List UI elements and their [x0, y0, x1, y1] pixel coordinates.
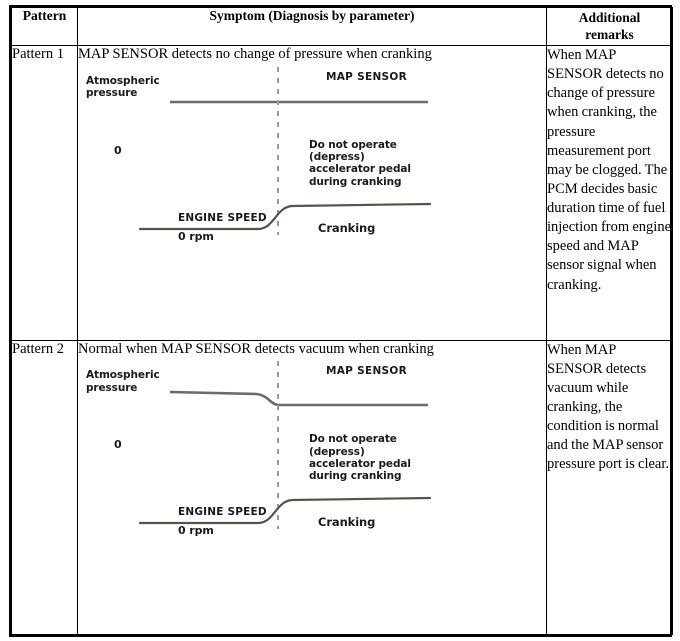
table-row: Pattern 2 Normal when MAP SENSOR detects…: [11, 339, 673, 635]
column-header-remarks-line2: remarks: [585, 26, 634, 42]
table-body: Pattern 1 MAP SENSOR detects no change o…: [11, 45, 673, 635]
header-row: Pattern Symptom (Diagnosis by parameter)…: [11, 7, 673, 46]
map-sensor-trace-2: [169, 390, 428, 407]
column-header-remarks: Additional remarks: [546, 7, 673, 46]
map-sensor-label-2: MAP SENSOR: [326, 365, 408, 378]
do-not-operate-note-1: Do not operate (depress) accelerator ped…: [309, 138, 411, 188]
cranking-label-1: Cranking: [318, 220, 376, 235]
diagnostic-table-container: Pattern Symptom (Diagnosis by parameter)…: [9, 5, 673, 637]
atmospheric-pressure-label-1: Atmospheric pressure: [86, 74, 160, 100]
symptom-text-1: MAP SENSOR detects no change of pressure…: [78, 46, 432, 62]
zero-level-label-1: 0: [114, 143, 122, 157]
zero-level-label-2: 0: [114, 438, 122, 452]
table-header: Pattern Symptom (Diagnosis by parameter)…: [11, 7, 673, 46]
waveform-diagram-1: Atmospheric pressure 0 MAP SENSOR Do not…: [78, 66, 546, 312]
table-row: Pattern 1 MAP SENSOR detects no change o…: [11, 45, 673, 341]
column-header-symptom: Symptom (Diagnosis by parameter): [77, 7, 547, 46]
symptom-text-2: Normal when MAP SENSOR detects vacuum wh…: [78, 340, 434, 357]
symptom-cell-2: Normal when MAP SENSOR detects vacuum wh…: [77, 339, 547, 635]
diagnostic-table: Pattern Symptom (Diagnosis by parameter)…: [11, 7, 673, 635]
remarks-text-2: When MAP SENSOR detects vacuum while cra…: [546, 339, 673, 635]
zero-rpm-label-1: 0 rpm: [178, 229, 214, 243]
waveform-diagram-2: Atmospheric pressure 0 MAP SENSOR Do not…: [78, 361, 546, 606]
engine-speed-label-1: ENGINE SPEED: [178, 211, 267, 224]
waveform-svg-1: [138, 66, 432, 235]
pattern-label-1: Pattern 1: [11, 45, 78, 341]
map-sensor-label-1: MAP SENSOR: [326, 70, 408, 83]
engine-speed-label-2: ENGINE SPEED: [178, 506, 267, 519]
cranking-label-2: Cranking: [318, 515, 376, 530]
zero-rpm-label-2: 0 rpm: [178, 524, 214, 538]
atmospheric-pressure-label-2: Atmospheric pressure: [86, 369, 160, 394]
column-header-remarks-line1: Additional: [578, 9, 641, 25]
waveform-svg-2: [138, 361, 432, 530]
column-header-pattern: Pattern: [11, 7, 78, 46]
remarks-text-1: When MAP SENSOR detects no change of pre…: [546, 45, 673, 341]
do-not-operate-note-2: Do not operate (depress) accelerator ped…: [309, 433, 411, 483]
symptom-cell-1: MAP SENSOR detects no change of pressure…: [77, 45, 547, 341]
pattern-label-2: Pattern 2: [11, 339, 78, 635]
